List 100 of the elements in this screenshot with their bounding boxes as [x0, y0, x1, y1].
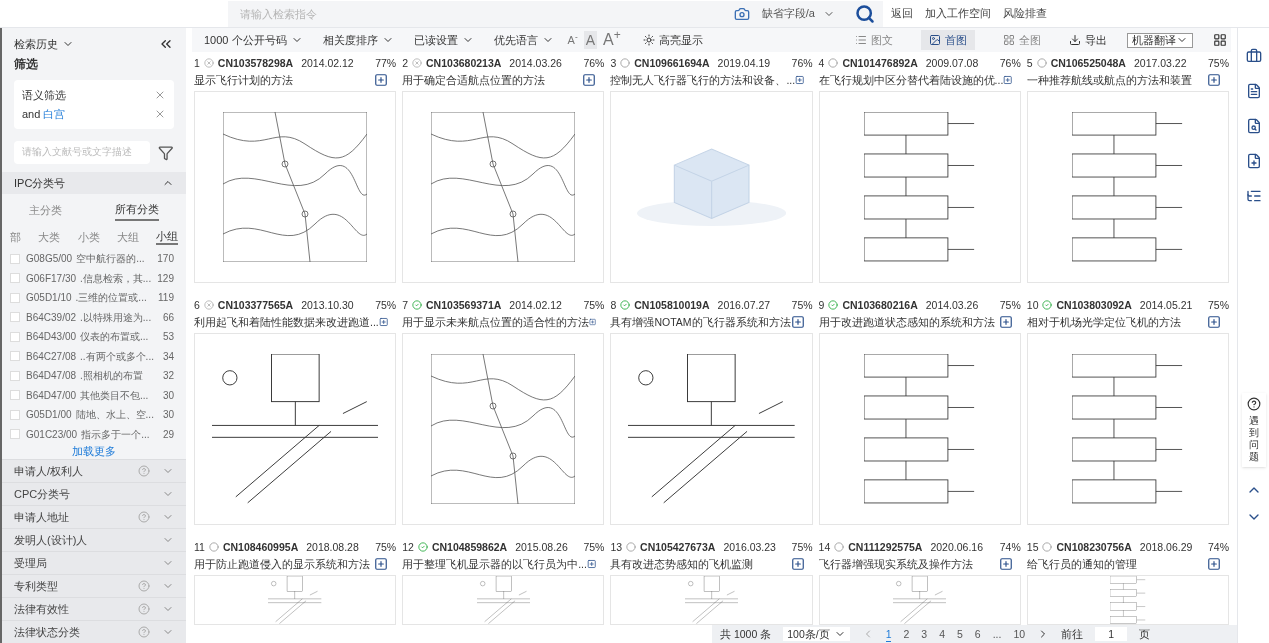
patent-number-link[interactable]: CN103680213A [426, 56, 502, 70]
page-button[interactable]: 3 [921, 627, 928, 641]
patent-title-link[interactable]: 具有改进态势感知的飞机监测 [610, 557, 791, 571]
toolbar-dropdown[interactable]: 相关度排序 [322, 32, 394, 48]
ipc-header[interactable]: IPC分类号 [2, 172, 186, 195]
checkbox[interactable] [10, 351, 20, 362]
page-button[interactable]: 1 [885, 626, 892, 642]
filter-section[interactable]: CPC分类号 [2, 482, 186, 505]
patent-title-link[interactable]: 用于整理飞机显示器的以飞行员为中... [402, 557, 587, 571]
patent-number-link[interactable]: CN108460995A [222, 540, 299, 554]
add-icon[interactable] [998, 315, 1013, 329]
add-icon[interactable] [374, 557, 389, 571]
export-button[interactable]: 导出 [1069, 32, 1107, 48]
add-icon[interactable] [1207, 557, 1221, 571]
level-tab[interactable]: 小组 [156, 228, 178, 245]
top-link[interactable]: 返回 [891, 6, 913, 21]
add-icon[interactable] [378, 315, 389, 329]
patent-title-link[interactable]: 利用起飞和着陆性能数据来改进跑道... [194, 315, 379, 329]
checkbox[interactable] [10, 429, 20, 440]
filter-section[interactable]: 法律状态分类 [2, 620, 186, 643]
filter-section[interactable]: 发明人(设计)人 [2, 528, 186, 551]
add-icon[interactable] [582, 73, 597, 87]
level-tab[interactable]: 大类 [38, 228, 61, 245]
patent-title-link[interactable]: 飞行器增强现实系统及操作方法 [818, 557, 999, 571]
filter-section[interactable]: 受理局 [2, 551, 186, 574]
checkbox[interactable] [10, 390, 20, 401]
page-button[interactable]: 2 [903, 627, 910, 641]
page-input[interactable]: 1 [1095, 627, 1128, 641]
checkbox[interactable] [10, 273, 20, 284]
patent-title-link[interactable]: 用于显示未来航点位置的适合性的方法 [402, 315, 590, 329]
filter-icon[interactable] [158, 144, 174, 161]
add-icon[interactable] [998, 557, 1013, 571]
field-dropdown[interactable]: 缺省字段/a [761, 6, 835, 21]
add-icon[interactable] [790, 557, 805, 571]
checkbox[interactable] [10, 409, 20, 420]
patent-title-link[interactable]: 用于改进跑道状态感知的系统和方法 [818, 315, 999, 329]
add-icon[interactable] [586, 557, 597, 571]
toolbar-dropdown[interactable]: 已读设置 [413, 32, 474, 48]
grid-icon[interactable] [1213, 33, 1227, 47]
filter-section[interactable]: 申请人地址 [2, 505, 186, 528]
top-link[interactable]: 风险排查 [1003, 6, 1047, 21]
level-tab[interactable]: 小类 [77, 228, 100, 245]
page-button[interactable]: 5 [957, 627, 963, 641]
patent-number-link[interactable]: CN103569371A [426, 298, 502, 312]
patent-title-link[interactable]: 一种推荐航线或航点的方法和装置 [1026, 73, 1207, 87]
history-dropdown[interactable]: 检索历史 [14, 36, 74, 52]
view-tab[interactable]: 全图 [995, 30, 1049, 50]
patent-number-link[interactable]: CN101476892A [842, 56, 918, 70]
patent-number-link[interactable]: CN109661694A [634, 56, 710, 70]
checkbox[interactable] [10, 292, 20, 303]
patent-number-link[interactable]: CN108230756A [1056, 540, 1132, 554]
patent-title-link[interactable]: 相对于机场光学定位飞机的方法 [1026, 315, 1207, 329]
patent-title-link[interactable]: 控制无人飞行器飞行的方法和设备、... [610, 73, 796, 87]
page-button[interactable]: 10 [1013, 627, 1026, 641]
patent-number-link[interactable]: CN103680216A [842, 298, 918, 312]
font-size-button[interactable]: A$^{+}$ [600, 29, 623, 51]
patent-number-link[interactable]: CN106525048A [1050, 56, 1126, 70]
page-button[interactable]: 6 [974, 627, 981, 641]
camera-icon[interactable] [733, 5, 750, 22]
filter-section[interactable]: 法律有效性 [2, 597, 186, 620]
document-add-icon[interactable] [1245, 153, 1262, 169]
top-link[interactable]: 加入工作空间 [925, 6, 991, 21]
page-button[interactable]: ... [992, 627, 1002, 641]
patent-title-link[interactable]: 在飞行规划中区分替代着陆设施的优... [818, 73, 1004, 87]
filter-section[interactable]: 专利类型 [2, 574, 186, 597]
patent-number-link[interactable]: CN103803092A [1056, 298, 1132, 312]
toolbar-dropdown[interactable]: 优先语言 [493, 32, 554, 48]
document-icon[interactable] [1245, 83, 1262, 99]
patent-title-link[interactable]: 用于确定合适航点位置的方法 [402, 73, 583, 87]
patent-number-link[interactable]: CN104859862A [431, 540, 508, 554]
checkbox[interactable] [10, 312, 20, 323]
checkbox[interactable] [10, 253, 20, 264]
view-tab[interactable]: 图文 [847, 30, 901, 50]
briefcase-icon[interactable] [1245, 48, 1262, 64]
patent-title-link[interactable]: 用于防止跑道侵入的显示系统和方法 [194, 557, 375, 571]
add-icon[interactable] [795, 73, 805, 87]
patent-title-link[interactable]: 给飞行员的通知的管理 [1026, 557, 1207, 571]
font-size-button[interactable]: A [583, 30, 597, 50]
page-size-dropdown[interactable]: 100条/页 [783, 627, 850, 641]
add-icon[interactable] [374, 73, 389, 87]
add-icon[interactable] [1207, 315, 1221, 329]
patent-title-link[interactable]: 显示飞行计划的方法 [194, 73, 375, 87]
patent-number-link[interactable]: CN103377565A [217, 298, 294, 312]
patent-number-link[interactable]: CN105810019A [634, 298, 710, 312]
search-icon[interactable] [855, 3, 875, 24]
patent-number-link[interactable]: CN111292575A [848, 540, 923, 554]
highlight-button[interactable]: 高亮显示 [642, 32, 703, 48]
checkbox[interactable] [10, 331, 20, 342]
category-tab[interactable]: 所有分类 [115, 202, 160, 221]
page-button[interactable]: 4 [939, 627, 945, 641]
patent-number-link[interactable]: CN103578298A [217, 56, 294, 70]
add-icon[interactable] [790, 315, 805, 329]
add-icon[interactable] [1207, 73, 1221, 87]
font-size-button[interactable]: A$^{-}$ [565, 32, 580, 48]
translate-select[interactable]: 机器翻译 [1127, 32, 1193, 48]
checkbox[interactable] [10, 370, 20, 381]
add-icon[interactable] [1003, 73, 1013, 87]
filter-section[interactable]: 申请人/权利人 [2, 459, 186, 482]
document-search-icon[interactable] [1245, 118, 1262, 134]
patent-title-link[interactable]: 具有增强NOTAM的飞行器系统和方法 [610, 315, 791, 329]
